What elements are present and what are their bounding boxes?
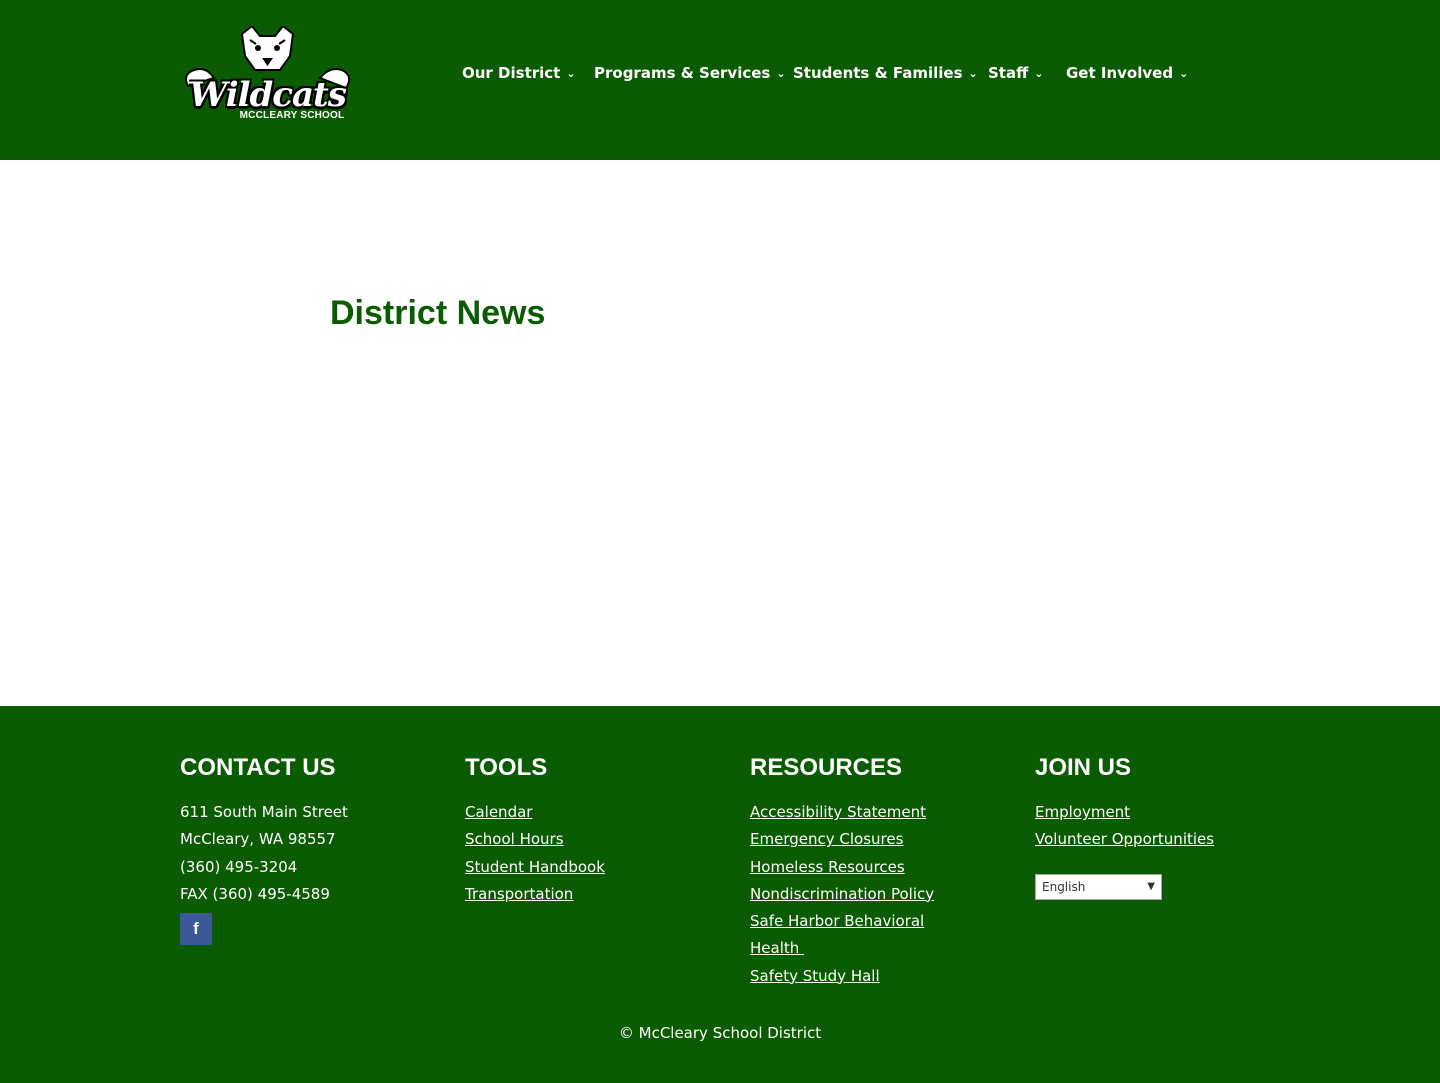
link-safe-harbor-behavioral-health-cont[interactable]: Health bbox=[750, 935, 1010, 962]
link-nondiscrimination-policy[interactable]: Nondiscrimination Policy bbox=[750, 881, 1010, 908]
nav-staff[interactable]: Staff ⌄ bbox=[988, 64, 1043, 86]
footer-tools-column: TOOLS Calendar School Hours Student Hand… bbox=[465, 754, 725, 908]
nav-label: Staff bbox=[988, 64, 1029, 82]
nav-our-district[interactable]: Our District ⌄ bbox=[462, 64, 576, 86]
footer-contact-column: CONTACT US 611 South Main Street McClear… bbox=[180, 754, 440, 945]
resources-heading: RESOURCES bbox=[750, 754, 903, 781]
chevron-down-icon: ⌄ bbox=[1034, 67, 1044, 80]
wildcats-logo[interactable]: Wildcats MCCLEARY SCHOOL bbox=[180, 26, 355, 126]
language-selected-value: English bbox=[1042, 880, 1086, 894]
site-header: Wildcats MCCLEARY SCHOOL Our District ⌄ P… bbox=[0, 0, 1440, 160]
chevron-down-icon: ⌄ bbox=[776, 67, 786, 80]
nav-label: Students & Families bbox=[793, 64, 963, 82]
link-accessibility-statement[interactable]: Accessibility Statement bbox=[750, 799, 1010, 826]
contact-heading: CONTACT US bbox=[180, 754, 336, 781]
contact-city-line: McCleary, WA 98557 bbox=[180, 830, 336, 849]
copyright-notice: © McCleary School District bbox=[618, 1024, 822, 1042]
logo-wordmark: Wildcats bbox=[189, 75, 347, 115]
link-homeless-resources[interactable]: Homeless Resources bbox=[750, 854, 1010, 881]
nav-label: Our District bbox=[462, 64, 561, 82]
logo-subtitle: MCCLEARY SCHOOL bbox=[239, 110, 345, 121]
link-safety-study-hall[interactable]: Safety Study Hall bbox=[750, 963, 1010, 990]
site-footer: CONTACT US 611 South Main Street McClear… bbox=[0, 706, 1440, 1083]
contact-phone: (360) 495-3204 bbox=[180, 857, 298, 876]
contact-address-line: 611 South Main Street bbox=[180, 803, 348, 821]
chevron-down-icon: ▼ bbox=[1147, 881, 1155, 892]
language-select[interactable]: English ▼ bbox=[1035, 874, 1162, 900]
footer-join-column: JOIN US Employment Volunteer Opportuniti… bbox=[1035, 754, 1295, 900]
link-transportation[interactable]: Transportation bbox=[465, 881, 725, 908]
facebook-icon[interactable]: f bbox=[180, 913, 212, 945]
nav-get-involved[interactable]: Get Involved ⌄ bbox=[1066, 64, 1188, 86]
chevron-down-icon: ⌄ bbox=[968, 67, 978, 80]
chevron-down-icon: ⌄ bbox=[1179, 67, 1189, 80]
join-heading: JOIN US bbox=[1035, 754, 1132, 781]
link-volunteer-opportunities[interactable]: Volunteer Opportunities bbox=[1035, 826, 1295, 853]
contact-fax: FAX (360) 495-4589 bbox=[180, 884, 330, 903]
link-emergency-closures[interactable]: Emergency Closures bbox=[750, 826, 1010, 853]
link-school-hours[interactable]: School Hours bbox=[465, 826, 725, 853]
nav-label: Programs & Services bbox=[594, 64, 771, 82]
link-student-handbook[interactable]: Student Handbook bbox=[465, 854, 725, 881]
link-safe-harbor-behavioral-health[interactable]: Safe Harbor Behavioral bbox=[750, 908, 1010, 935]
page-title: District News bbox=[330, 294, 546, 332]
tools-heading: TOOLS bbox=[465, 754, 548, 781]
nav-label: Get Involved bbox=[1066, 64, 1174, 82]
nav-students-families[interactable]: Students & Families ⌄ bbox=[793, 64, 978, 86]
footer-resources-column: RESOURCES Accessibility Statement Emerge… bbox=[750, 754, 1010, 990]
link-calendar[interactable]: Calendar bbox=[465, 799, 725, 826]
chevron-down-icon: ⌄ bbox=[566, 67, 576, 80]
nav-programs-services[interactable]: Programs & Services ⌄ bbox=[594, 64, 786, 86]
link-employment[interactable]: Employment bbox=[1035, 799, 1295, 826]
